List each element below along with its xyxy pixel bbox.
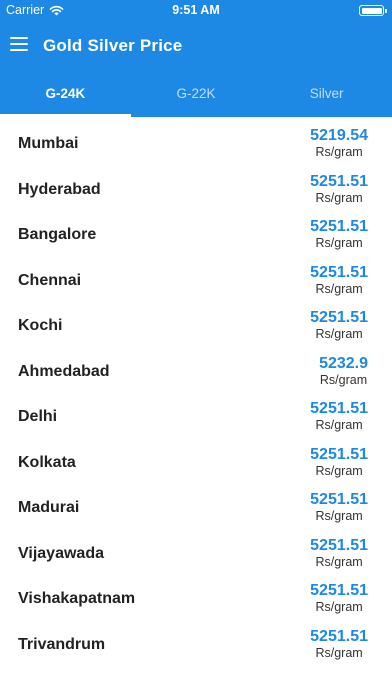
price-block: 5251.51 Rs/gram bbox=[310, 308, 368, 342]
price-unit: Rs/gram bbox=[315, 600, 363, 614]
city-name: Vishakapatnam bbox=[18, 590, 136, 607]
price-unit: Rs/gram bbox=[315, 236, 363, 250]
list-item[interactable]: Vishakapatnam 5251.51 Rs/gram bbox=[0, 577, 392, 623]
list-item[interactable]: Delhi 5251.51 Rs/gram bbox=[0, 395, 392, 441]
price-block: 5251.51 Rs/gram bbox=[310, 536, 368, 570]
price-unit: Rs/gram bbox=[315, 418, 363, 432]
menu-icon[interactable] bbox=[10, 37, 28, 51]
price-block: 5251.51 Rs/gram bbox=[310, 627, 368, 661]
price-unit: Rs/gram bbox=[315, 327, 363, 341]
price-unit: Rs/gram bbox=[315, 645, 363, 660]
city-name: Ahmedabad bbox=[18, 362, 110, 380]
price-value: 5251.51 bbox=[310, 172, 368, 190]
tab-silver[interactable]: Silver bbox=[261, 72, 392, 117]
price-value: 5251.51 bbox=[310, 536, 368, 554]
city-name: Kochi bbox=[18, 317, 63, 334]
price-unit: Rs/gram bbox=[315, 190, 363, 205]
price-value: 5232.9 bbox=[319, 354, 368, 372]
city-name: Trivandrum bbox=[18, 635, 106, 653]
status-bar: Carrier 9:51 AM bbox=[0, 0, 392, 20]
city-name: Kolkata bbox=[18, 453, 76, 471]
list-item[interactable]: Trivandrum 5251.51 Rs/gram bbox=[0, 623, 392, 669]
city-name: Mumbai bbox=[18, 135, 79, 152]
list-item[interactable]: Ahmedabad 5232.9 Rs/gram bbox=[0, 350, 392, 396]
price-unit: Rs/gram bbox=[319, 372, 368, 387]
tab-g-24k[interactable]: G-24K bbox=[0, 72, 131, 117]
tab-bar: G-24K G-22K Silver bbox=[0, 72, 392, 117]
price-value: 5251.51 bbox=[310, 491, 368, 508]
city-name: Bangalore bbox=[18, 226, 97, 243]
list-item[interactable]: Mumbai 5219.54 Rs/gram bbox=[0, 122, 392, 168]
price-list: Mumbai 5219.54 Rs/gram Hyderabad 5251.51… bbox=[0, 122, 392, 668]
price-block: 5219.54 Rs/gram bbox=[310, 126, 368, 160]
price-block: 5251.51 Rs/gram bbox=[310, 490, 368, 524]
list-item[interactable]: Bangalore 5251.51 Rs/gram bbox=[0, 213, 392, 259]
price-value: 5219.54 bbox=[310, 127, 368, 144]
price-unit: Rs/gram bbox=[315, 509, 363, 523]
price-block: 5251.51 Rs/gram bbox=[310, 581, 368, 615]
price-value: 5251.51 bbox=[310, 445, 368, 463]
price-unit: Rs/gram bbox=[315, 145, 363, 159]
price-unit: Rs/gram bbox=[315, 463, 363, 478]
price-value: 5251.51 bbox=[310, 263, 368, 281]
price-block: 5251.51 Rs/gram bbox=[310, 263, 368, 297]
city-name: Chennai bbox=[18, 271, 82, 289]
price-block: 5232.9 Rs/gram bbox=[319, 354, 368, 388]
price-value: 5251.51 bbox=[310, 218, 368, 235]
list-item[interactable]: Kolkata 5251.51 Rs/gram bbox=[0, 441, 392, 487]
price-block: 5251.51 Rs/gram bbox=[310, 217, 368, 251]
price-unit: Rs/gram bbox=[315, 281, 363, 296]
clock: 9:51 AM bbox=[172, 3, 220, 17]
price-block: 5251.51 Rs/gram bbox=[310, 172, 368, 206]
price-value: 5251.51 bbox=[310, 627, 368, 645]
city-name: Hyderabad bbox=[18, 180, 101, 198]
price-unit: Rs/gram bbox=[315, 554, 363, 569]
city-name: Delhi bbox=[18, 408, 58, 425]
list-item[interactable]: Kochi 5251.51 Rs/gram bbox=[0, 304, 392, 350]
battery-icon bbox=[359, 5, 387, 16]
list-item[interactable]: Hyderabad 5251.51 Rs/gram bbox=[0, 168, 392, 214]
city-name: Vijayawada bbox=[18, 544, 104, 562]
tab-g-22k[interactable]: G-22K bbox=[131, 72, 262, 117]
price-value: 5251.51 bbox=[310, 309, 368, 326]
list-item[interactable]: Chennai 5251.51 Rs/gram bbox=[0, 259, 392, 305]
price-value: 5251.51 bbox=[310, 582, 368, 599]
price-block: 5251.51 Rs/gram bbox=[310, 399, 368, 433]
price-block: 5251.51 Rs/gram bbox=[310, 445, 368, 479]
city-name: Madurai bbox=[18, 499, 80, 516]
app-title: Gold Silver Price bbox=[43, 36, 183, 55]
app-bar: Gold Silver Price bbox=[0, 20, 392, 72]
list-item[interactable]: Madurai 5251.51 Rs/gram bbox=[0, 486, 392, 532]
list-item[interactable]: Vijayawada 5251.51 Rs/gram bbox=[0, 532, 392, 578]
price-value: 5251.51 bbox=[310, 400, 368, 417]
